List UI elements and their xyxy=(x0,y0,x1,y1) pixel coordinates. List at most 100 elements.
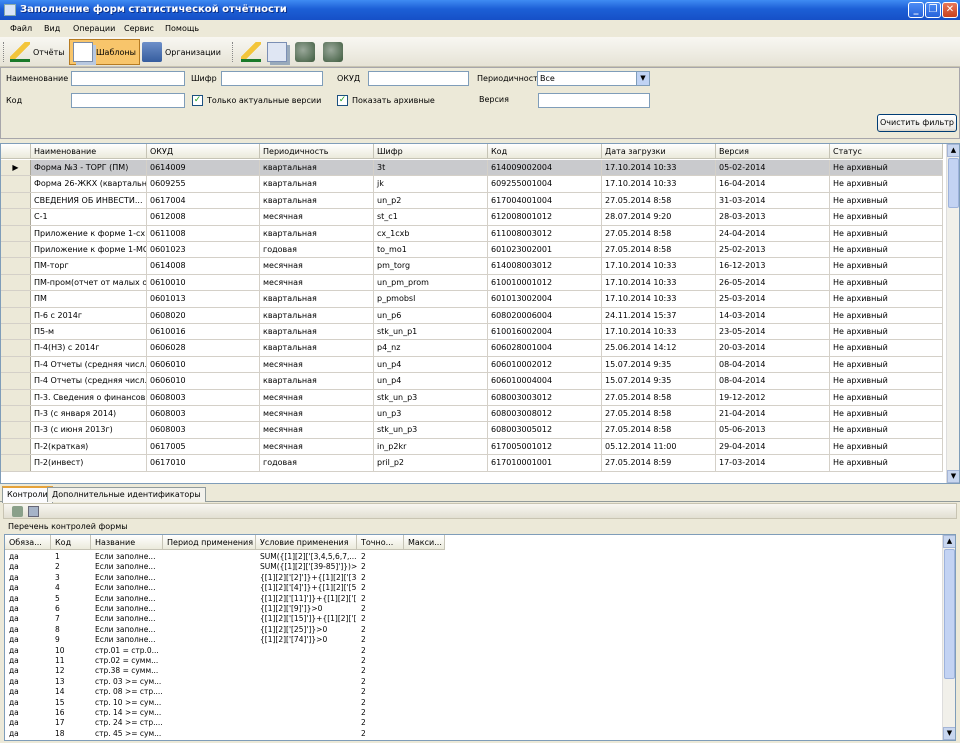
kod-input[interactable] xyxy=(71,93,185,108)
row-header[interactable] xyxy=(1,209,31,225)
list-item[interactable]: да 4 Если заполне... {[1][2]['[4]']}+{[1][2… xyxy=(5,583,445,593)
table-row[interactable]: П-4 Отчеты (средняя числ... 0606010 месячн… xyxy=(1,356,943,374)
table-row[interactable]: Приложение к форме 1-МО 0601023 годовая to_… xyxy=(1,242,943,259)
table-row[interactable]: С-1 0612008 месячная st_c1 612008001012 28.07… xyxy=(1,209,943,226)
organizations-button[interactable]: Организации xyxy=(139,39,224,65)
row-header[interactable] xyxy=(1,373,31,389)
row-header[interactable] xyxy=(1,225,31,241)
table-row[interactable]: Форма 26-ЖКХ (квартальн... 0609255 квартал… xyxy=(1,176,943,193)
scroll-thumb[interactable] xyxy=(948,158,959,208)
row-header[interactable] xyxy=(1,258,31,274)
reports-button[interactable]: Отчёты xyxy=(7,39,68,65)
clear-filter-button[interactable]: Очистить фильтр xyxy=(877,114,957,132)
row-header[interactable] xyxy=(1,422,31,438)
col-period[interactable]: Период применения xyxy=(163,535,256,549)
list-item[interactable]: да 2 Если заполне... SUM({[1][2]['[39-85]']… xyxy=(5,562,445,572)
table-row[interactable]: П-4 Отчеты (средняя числ... 0606010 кварта… xyxy=(1,373,943,390)
menu-view[interactable]: Вид xyxy=(44,24,60,33)
col-load-date[interactable]: Дата загрузки xyxy=(602,144,716,158)
scroll-up-icon[interactable]: ▲ xyxy=(943,535,955,548)
minimize-button[interactable]: _ xyxy=(908,2,924,18)
scroll-down-icon[interactable]: ▼ xyxy=(943,727,955,740)
row-header[interactable] xyxy=(1,307,31,323)
current-row-arrow-icon[interactable]: ▶ xyxy=(1,160,31,176)
row-header[interactable] xyxy=(1,274,31,291)
col-max[interactable]: Макси... xyxy=(404,535,445,549)
okud-input[interactable] xyxy=(368,71,469,86)
table-row[interactable]: П-4(НЗ) с 2014г 0606028 квартальная p4_nz 60… xyxy=(1,340,943,357)
table-row[interactable]: Приложение к форме 1-сх... 0611008 квартал… xyxy=(1,225,943,242)
menu-service[interactable]: Сервис xyxy=(124,24,154,33)
row-header[interactable] xyxy=(1,176,31,192)
col-required[interactable]: Обяза... xyxy=(5,535,51,549)
restore-button[interactable]: ❐ xyxy=(925,2,941,18)
col-version[interactable]: Версия xyxy=(716,144,830,158)
row-header[interactable] xyxy=(1,291,31,307)
list-item[interactable]: да 17 стр. 24 >= стр.... 2 xyxy=(5,718,445,728)
cipher-input[interactable] xyxy=(221,71,323,86)
show-archive-checkbox[interactable]: ✓ xyxy=(337,95,348,106)
row-header[interactable] xyxy=(1,356,31,373)
col-okud[interactable]: ОКУД xyxy=(147,144,260,158)
row-header[interactable] xyxy=(1,406,31,422)
row-header[interactable] xyxy=(1,389,31,405)
col-periodicity[interactable]: Периодичность xyxy=(260,144,374,158)
table-row[interactable]: П-3. Сведения о финансов... 0608003 месячн… xyxy=(1,389,943,406)
import-tool-button[interactable] xyxy=(292,39,321,65)
list-item[interactable]: да 9 Если заполне... {[1][2]['[74]']}>0 2 xyxy=(5,635,445,645)
col-title[interactable]: Название xyxy=(91,535,163,549)
table-row[interactable]: СВЕДЕНИЯ ОБ ИНВЕСТИ... 0617004 квартальная… xyxy=(1,192,943,210)
windows-tool-button[interactable] xyxy=(264,39,293,65)
list-item[interactable]: да 1 Если заполне... SUM({[1][2]['[3,4,5,6,… xyxy=(5,552,445,562)
menu-file[interactable]: Файл xyxy=(10,24,32,33)
edit-tool-button[interactable] xyxy=(238,39,267,65)
table-row[interactable]: П-3 (с января 2014) 0608003 месячная un_p3 6… xyxy=(1,406,943,423)
update-tool-button[interactable] xyxy=(320,39,349,65)
col-code[interactable]: Код xyxy=(51,535,91,549)
col-condition[interactable]: Условие применения xyxy=(256,535,357,549)
only-actual-checkbox[interactable]: ✓ xyxy=(192,95,203,106)
list-item[interactable]: да 3 Если заполне... {[1][2]['[2]']}+{[1][2… xyxy=(5,573,445,583)
refresh-icon[interactable] xyxy=(12,506,23,517)
table-row[interactable]: ▶ Форма №3 - ТОРГ (ПМ) 0614009 квартальная 3… xyxy=(1,160,943,177)
list-item[interactable]: да 13 стр. 03 >= сум... 2 xyxy=(5,677,445,687)
scroll-down-icon[interactable]: ▼ xyxy=(947,470,959,483)
templates-button[interactable]: Шаблоны xyxy=(69,39,140,65)
list-item[interactable]: да 14 стр. 08 >= стр.... 2 xyxy=(5,687,445,697)
name-input[interactable] xyxy=(71,71,185,86)
col-precision[interactable]: Точно... xyxy=(357,535,404,549)
list-item[interactable]: да 5 Если заполне... {[1][2]['[11]']}+{[1][… xyxy=(5,594,445,604)
periodicity-select[interactable]: Все ▼ xyxy=(537,71,650,86)
print-icon[interactable] xyxy=(28,506,39,517)
version-input[interactable] xyxy=(538,93,650,108)
list-item[interactable]: да 10 стр.01 = стр.0... 2 xyxy=(5,646,445,656)
tab-controls[interactable]: Контроли xyxy=(2,486,53,503)
row-header[interactable] xyxy=(1,340,31,356)
list-item[interactable]: да 15 стр. 10 >= сум... 2 xyxy=(5,698,445,708)
tab-additional-ids[interactable]: Дополнительные идентификаторы xyxy=(47,487,206,502)
row-header[interactable] xyxy=(1,438,31,455)
menu-operations[interactable]: Операции xyxy=(73,24,115,33)
table-row[interactable]: П-6 с 2014г 0608020 квартальная un_p6 608020… xyxy=(1,307,943,324)
list-item[interactable]: да 6 Если заполне... {[1][2]['[9]']}>0 2 xyxy=(5,604,445,614)
col-code[interactable]: Код xyxy=(488,144,602,158)
grid-scrollbar[interactable]: ▲ ▼ xyxy=(946,144,959,483)
list-item[interactable]: да 7 Если заполне... {[1][2]['[15]']}+{[1][… xyxy=(5,614,445,624)
col-cipher[interactable]: Шифр xyxy=(374,144,488,158)
col-status[interactable]: Статус xyxy=(830,144,943,158)
menu-help[interactable]: Помощь xyxy=(165,24,199,33)
row-header[interactable] xyxy=(1,192,31,209)
chevron-down-icon[interactable]: ▼ xyxy=(636,72,649,85)
table-row[interactable]: ПМ-пром(отчет от малых о... 0610010 месячн… xyxy=(1,274,943,292)
row-header[interactable] xyxy=(1,242,31,258)
table-row[interactable]: П5-м 0610016 квартальная stk_un_p1 610016002… xyxy=(1,324,943,341)
scroll-thumb[interactable] xyxy=(944,549,955,679)
controls-scrollbar[interactable]: ▲ ▼ xyxy=(942,535,955,740)
col-name[interactable]: Наименование xyxy=(31,144,147,158)
close-button[interactable]: ✕ xyxy=(942,2,958,18)
table-row[interactable]: ПМ-торг 0614008 месячная pm_torg 61400800301… xyxy=(1,258,943,275)
row-header[interactable] xyxy=(1,455,31,471)
list-item[interactable]: да 11 стр.02 = сумм... 2 xyxy=(5,656,445,666)
list-item[interactable]: да 16 стр. 14 >= сум... 2 xyxy=(5,708,445,718)
list-item[interactable]: да 18 стр. 45 >= сум... 2 xyxy=(5,729,445,739)
